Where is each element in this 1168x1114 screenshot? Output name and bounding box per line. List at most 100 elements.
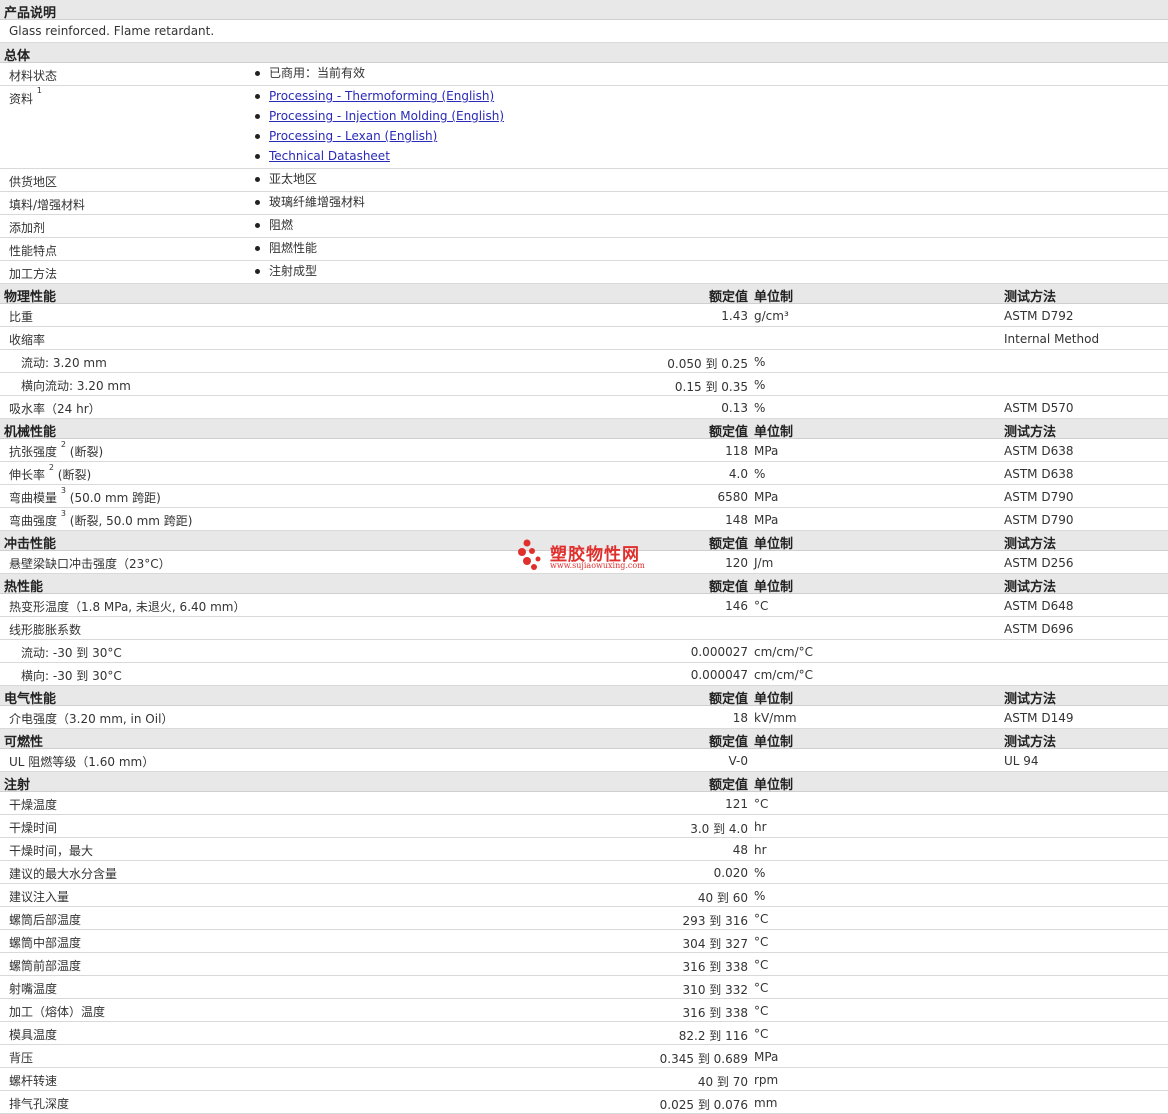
- property-label: 干燥时间: [9, 819, 57, 836]
- property-name: 射嘴温度: [9, 982, 58, 996]
- test-method: ASTM D696: [1004, 622, 1074, 636]
- section-header: 热性能 额定值 单位制 测试方法: [0, 574, 1168, 595]
- section-title: 产品说明: [4, 6, 57, 21]
- test-method: ASTM D638: [1004, 467, 1074, 481]
- section-header-general: 总体: [0, 43, 1168, 64]
- property-name: 抗张强度: [9, 445, 58, 459]
- general-value-text: 亚太地区: [269, 172, 318, 186]
- property-row: 线形膨胀系数 ASTM D696: [0, 617, 1168, 640]
- watermark-logo: 塑胶物性网 www.sujiaowuxing.com: [518, 538, 658, 574]
- property-name: 收缩率: [9, 333, 46, 347]
- footnote-marker: 3: [60, 486, 66, 495]
- property-unit: MPa: [754, 444, 779, 458]
- section-header: 物理性能 额定值 单位制 测试方法: [0, 284, 1168, 305]
- general-value-item: Processing - Thermoforming (English): [255, 86, 1168, 106]
- property-label: 建议的最大水分含量: [9, 865, 117, 882]
- property-unit: cm/cm/°C: [754, 645, 814, 659]
- test-method: ASTM D792: [1004, 309, 1074, 323]
- property-row: 横向: -30 到 30°C 0.000047 cm/cm/°C: [0, 663, 1168, 686]
- property-name: 加工（熔体）温度: [9, 1005, 106, 1019]
- general-row: 供货地区 亚太地区: [0, 169, 1168, 192]
- property-value: 1.43: [721, 309, 748, 323]
- property-row: 比重 1.43 g/cm³ ASTM D792: [0, 304, 1168, 327]
- general-row: 加工方法 注射成型: [0, 261, 1168, 284]
- test-method: ASTM D790: [1004, 513, 1074, 527]
- footnote-marker: 3: [60, 509, 66, 518]
- property-value: 146: [725, 599, 748, 613]
- property-name: 横向: -30 到 30°C: [21, 669, 122, 683]
- property-value: 304 到 327: [682, 937, 748, 951]
- column-header-method: 测试方法: [1004, 290, 1057, 305]
- property-value: 0.050 到 0.25: [667, 357, 748, 371]
- property-name: 线形膨胀系数: [9, 623, 82, 637]
- property-unit: %: [754, 866, 766, 880]
- property-row: 抗张强度 2 (断裂) 118 MPa ASTM D638: [0, 439, 1168, 462]
- property-name: 横向流动: 3.20 mm: [21, 379, 131, 393]
- test-method: ASTM D648: [1004, 599, 1074, 613]
- property-unit: cm/cm/°C: [754, 668, 814, 682]
- property-unit: kV/mm: [754, 711, 797, 725]
- property-unit: J/m: [754, 556, 774, 570]
- property-label: 螺筒后部温度: [9, 911, 81, 928]
- property-label: 模具温度: [9, 1026, 57, 1043]
- property-name: 流动: -30 到 30°C: [21, 646, 122, 660]
- property-row: UL 阻燃等级（1.60 mm） V-0 UL 94: [0, 749, 1168, 772]
- property-row: 干燥时间 3.0 到 4.0 hr: [0, 815, 1168, 838]
- property-label: 吸水率（24 hr）: [9, 400, 101, 417]
- property-row: 弯曲模量 3 (50.0 mm 跨距) 6580 MPa ASTM D790: [0, 485, 1168, 508]
- property-unit: °C: [754, 797, 769, 811]
- property-unit: hr: [754, 843, 767, 857]
- column-header-value: 额定值: [708, 692, 748, 707]
- section-header: 电气性能 额定值 单位制 测试方法: [0, 686, 1168, 707]
- property-value: 310 到 332: [682, 983, 748, 997]
- column-header-unit: 单位制: [754, 735, 794, 750]
- property-unit: °C: [754, 935, 769, 949]
- general-value-item: 阻燃: [255, 215, 1168, 235]
- column-header-unit: 单位制: [754, 290, 794, 305]
- property-label: 比重: [9, 308, 33, 325]
- test-method: ASTM D790: [1004, 490, 1074, 504]
- property-label: 热变形温度（1.8 MPa, 未退火, 6.40 mm）: [9, 598, 245, 615]
- property-name: 建议的最大水分含量: [9, 867, 118, 881]
- document-link[interactable]: Processing - Injection Molding (English): [269, 109, 504, 123]
- property-label: 介电强度（3.20 mm, in Oil）: [9, 710, 173, 727]
- general-label-text: 资料: [9, 92, 34, 106]
- property-row: 介电强度（3.20 mm, in Oil） 18 kV/mm ASTM D149: [0, 706, 1168, 729]
- section-header: 机械性能 额定值 单位制 测试方法: [0, 419, 1168, 440]
- property-row: 弯曲强度 3 (断裂, 50.0 mm 跨距) 148 MPa ASTM D790: [0, 508, 1168, 531]
- property-name: 介电强度（3.20 mm, in Oil）: [9, 712, 174, 726]
- property-name: 建议注入量: [9, 890, 70, 904]
- property-name: 弯曲强度: [9, 514, 58, 528]
- section-title: 机械性能: [4, 425, 57, 440]
- document-link[interactable]: Processing - Lexan (English): [269, 129, 437, 143]
- general-row-label: 供货地区: [9, 173, 57, 190]
- general-value-item: Processing - Injection Molding (English): [255, 106, 1168, 126]
- property-row: 螺杆转速 40 到 70 rpm: [0, 1068, 1168, 1091]
- document-link[interactable]: Technical Datasheet: [269, 149, 390, 163]
- property-name: 螺筒中部温度: [9, 936, 82, 950]
- column-header-value: 额定值: [708, 425, 748, 440]
- general-value-list: 注射成型: [255, 261, 1168, 281]
- property-unit: %: [754, 401, 766, 415]
- property-value: 293 到 316: [682, 914, 748, 928]
- property-value: 316 到 338: [682, 1006, 748, 1020]
- property-row: 建议的最大水分含量 0.020%: [0, 861, 1168, 884]
- document-link[interactable]: Processing - Thermoforming (English): [269, 89, 494, 103]
- section-header-product-description: 产品说明: [0, 0, 1168, 21]
- property-sections: 物理性能 额定值 单位制 测试方法 比重 1.43 g/cm³ ASTM D792 收缩率 Int…: [0, 284, 1168, 1114]
- property-name: UL 阻燃等级（1.60 mm）: [9, 755, 155, 769]
- property-unit: °C: [754, 958, 769, 972]
- property-name: 干燥温度: [9, 798, 58, 812]
- property-row: 干燥温度 121 °C: [0, 792, 1168, 815]
- property-value: 40 到 60: [697, 891, 748, 905]
- property-row: 加工（熔体）温度 316 到 338 °C: [0, 999, 1168, 1022]
- property-unit: MPa: [754, 513, 779, 527]
- property-condition: (断裂): [57, 468, 92, 482]
- product-description-text: Glass reinforced. Flame retardant.: [9, 24, 215, 38]
- property-label: 弯曲强度 3 (断裂, 50.0 mm 跨距): [9, 509, 193, 529]
- property-row: 吸水率（24 hr） 0.13% ASTM D570: [0, 396, 1168, 419]
- general-label-text: 供货地区: [9, 175, 58, 189]
- column-header-method: 测试方法: [1004, 537, 1057, 552]
- property-label: 横向: -30 到 30°C: [21, 667, 122, 684]
- column-header-value: 额定值: [708, 537, 748, 552]
